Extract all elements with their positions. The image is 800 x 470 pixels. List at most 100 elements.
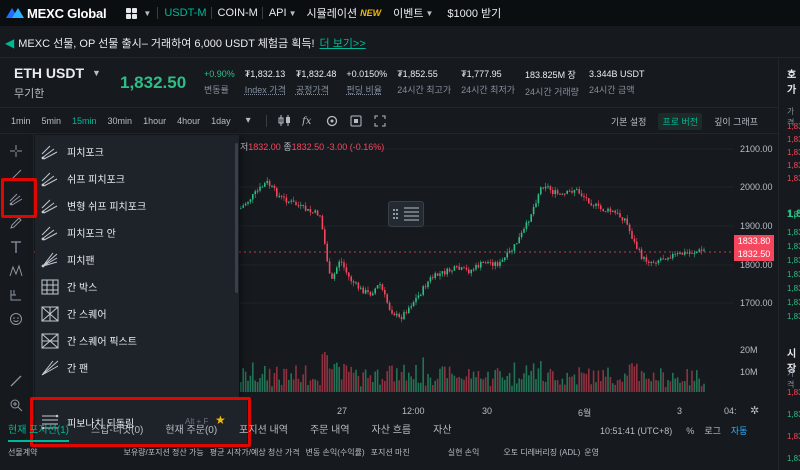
volume-bar <box>446 378 448 392</box>
ask-price[interactable]: 1,83 <box>787 122 800 131</box>
chart-settings-icon[interactable]: ✲ <box>750 404 759 417</box>
measure-tool-icon[interactable] <box>9 288 23 302</box>
menu-item-gann-box[interactable]: 간 박스 <box>35 273 235 300</box>
pattern-tool-icon[interactable] <box>9 264 23 278</box>
candle-body <box>391 309 393 314</box>
timeframe-1hour[interactable]: 1hour <box>143 116 166 126</box>
banner-more-link[interactable]: 더 보기>> <box>320 35 366 51</box>
ask-price[interactable]: 1,83 <box>787 256 800 265</box>
candle-body <box>506 252 508 258</box>
apps-grid-icon[interactable] <box>126 7 138 19</box>
ask-price[interactable]: 1,83 <box>787 312 800 321</box>
ask-price[interactable]: 1,83 <box>787 298 800 307</box>
brush-icon[interactable] <box>9 216 23 230</box>
candle-body <box>328 261 331 274</box>
ask-price[interactable]: 1,83 <box>787 148 800 157</box>
settings-icon[interactable] <box>326 115 339 127</box>
menu-item-pitchfork[interactable]: 피치포크 <box>35 138 235 165</box>
menu-item-schiff-pitchfork[interactable]: 쉬프 피치포크 <box>35 165 235 192</box>
chevron-down-icon[interactable]: ▾ <box>242 115 255 126</box>
candle-body <box>528 221 530 223</box>
tab-open-orders[interactable]: 현재 주문(0) <box>165 420 217 442</box>
nav-usdt-m[interactable]: USDT-M <box>164 0 206 26</box>
candle-body <box>511 250 513 252</box>
zoom-in-icon[interactable] <box>9 398 23 412</box>
ask-price[interactable]: 1,83 <box>787 284 800 293</box>
volume-bar <box>268 368 271 392</box>
menu-item-inside-pitchfork[interactable]: 피치포크 안 <box>35 219 235 246</box>
chevron-down-icon[interactable]: ▼ <box>143 9 151 18</box>
ask-price[interactable]: 1,83 <box>787 228 800 237</box>
candle-body <box>439 273 441 276</box>
tab-current-positions[interactable]: 현재 포지션(1) <box>8 420 69 442</box>
timeframe-15min[interactable]: 15min <box>72 116 97 126</box>
percent-scale-button[interactable]: % <box>686 426 694 436</box>
timeframe-1day[interactable]: 1day <box>211 116 231 126</box>
menu-item-modified-schiff-pitchfork[interactable]: 변형 쉬프 피치포크 <box>35 192 235 219</box>
candle-body <box>566 190 568 194</box>
ask-price[interactable]: 1,83 <box>787 242 800 251</box>
time-axis-label: 30 <box>482 406 493 416</box>
candle-body <box>355 282 357 284</box>
screenshot-icon[interactable] <box>350 115 363 127</box>
ask-price[interactable]: 1,83 <box>787 174 800 183</box>
price-axis[interactable]: 2100.00 2000.00 1900.00 1800.00 1700.00 20M 10… <box>734 134 778 428</box>
drag-handle-icon[interactable] <box>389 201 423 227</box>
tab-asset-flow[interactable]: 자산 흐름 <box>372 420 412 442</box>
timeframe-30min[interactable]: 30min <box>108 116 133 126</box>
view-basic[interactable]: 기본 설정 <box>607 113 651 130</box>
timeframe-5min[interactable]: 5min <box>42 116 62 126</box>
ask-price[interactable]: 1,83 <box>787 270 800 279</box>
stat-index-price[interactable]: ₮1,832.13 Index 가격 <box>245 69 286 96</box>
menu-item-gann-square-fixed[interactable]: 간 스퀘어 픽스트 <box>35 327 235 354</box>
symbol-selector[interactable]: ETH USDT ▼ 무기한 <box>14 65 106 101</box>
fullscreen-icon[interactable] <box>374 115 387 127</box>
candle-body <box>614 210 616 213</box>
tab-assets[interactable]: 자산 <box>433 420 451 442</box>
time-axis-label: 12:00 <box>402 406 425 416</box>
log-scale-button[interactable]: 로그 <box>704 424 721 437</box>
volume-bar <box>475 377 477 392</box>
view-pro[interactable]: 프로 버전 <box>658 113 703 130</box>
ask-price[interactable]: 1,83 <box>787 161 800 170</box>
stat-funding-rate[interactable]: +0.0150% 펀딩 비율 <box>346 69 387 96</box>
candle-body <box>571 191 573 193</box>
volume-bar <box>340 379 343 392</box>
menu-item-gann-fan[interactable]: 간 팬 <box>35 354 235 381</box>
candle-type-icon[interactable] <box>278 115 291 126</box>
nav-get-1000[interactable]: $1000 받기 <box>447 0 501 26</box>
candle-body <box>360 287 362 289</box>
nav-api[interactable]: API ▼ <box>269 0 303 26</box>
candle-body <box>451 270 453 272</box>
nav-events[interactable]: 이벤트 ▼ <box>393 0 439 26</box>
crosshair-icon[interactable] <box>9 144 23 158</box>
view-depth[interactable]: 깊이 그래프 <box>710 113 762 130</box>
timeframe-1min[interactable]: 1min <box>11 116 31 126</box>
nav-simulation[interactable]: 시뮬레이션 NEW <box>307 0 382 26</box>
time-axis-label: 04: <box>724 406 737 416</box>
volume-bar <box>338 367 340 392</box>
candle-body <box>583 195 585 198</box>
floating-draw-toolbar[interactable] <box>388 201 424 227</box>
text-tool-icon[interactable] <box>9 240 23 254</box>
volume-bar <box>367 377 369 392</box>
indicators-icon[interactable]: fx <box>301 115 315 127</box>
tab-order-history[interactable]: 주문 내역 <box>310 420 350 442</box>
tab-position-history[interactable]: 포지션 내역 <box>239 420 288 442</box>
stat-fair-price[interactable]: ₮1,832.48 공정가격 <box>296 69 337 96</box>
ruler-icon[interactable] <box>9 374 23 388</box>
logo[interactable]: MEXC Global <box>6 6 107 21</box>
menu-item-pitchfan[interactable]: 피치팬 <box>35 246 235 273</box>
ask-price[interactable]: 1,83 <box>787 135 800 144</box>
menu-scrollbar[interactable] <box>235 143 238 293</box>
volume-bar <box>590 384 592 392</box>
nav-coin-m[interactable]: COIN-M <box>218 0 258 26</box>
emoji-icon[interactable] <box>9 312 23 326</box>
auto-scale-button[interactable]: 자동 <box>731 424 748 437</box>
stat-24h-volume: 183.825M 장 24시간 거래량 <box>525 68 579 98</box>
nav-divider <box>261 7 263 19</box>
tab-stop-limit[interactable]: 스탑-리밋(0) <box>91 420 143 442</box>
candle-body <box>436 273 439 276</box>
timeframe-4hour[interactable]: 4hour <box>177 116 200 126</box>
menu-item-gann-square[interactable]: 간 스퀘어 <box>35 300 235 327</box>
